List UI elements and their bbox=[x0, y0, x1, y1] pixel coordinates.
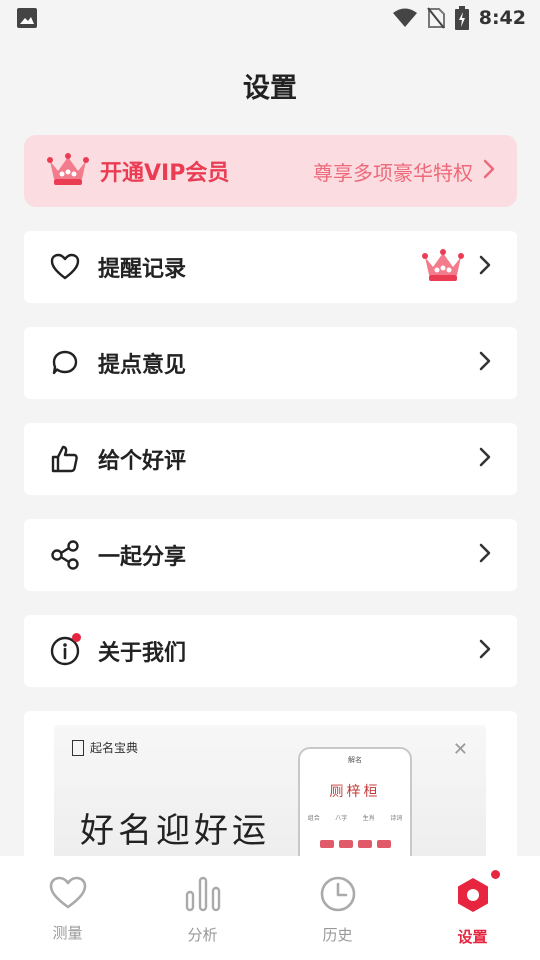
tab-history[interactable]: 历史 bbox=[270, 876, 405, 945]
chevron-right-icon bbox=[479, 447, 491, 471]
wifi-icon bbox=[392, 8, 417, 28]
phone-name: 厕梓桓 bbox=[329, 784, 381, 800]
phone-mockup: 解名 厕梓桓 组合 八字 生肖 诗词 bbox=[298, 747, 412, 871]
notification-dot bbox=[72, 633, 81, 642]
chevron-right-icon bbox=[483, 159, 495, 183]
vip-subtitle: 尊享多项豪华特权 bbox=[313, 160, 473, 185]
phone-row-item: 组合 bbox=[307, 815, 320, 822]
crown-icon bbox=[46, 151, 90, 191]
vip-banner[interactable]: 开通VIP会员 尊享多项豪华特权 bbox=[24, 135, 517, 207]
menu-item-reminder-records[interactable]: 提醒记录 bbox=[24, 231, 517, 303]
menu-item-label: 关于我们 bbox=[98, 641, 187, 666]
hexagon-settings-icon bbox=[454, 876, 492, 918]
phone-row-item: 生肖 bbox=[362, 815, 375, 822]
menu-item-label: 提点意见 bbox=[98, 353, 187, 378]
battery-charging-icon bbox=[454, 6, 469, 30]
ad-card[interactable]: 起名宝典 好名迎好运 解名 厕梓桓 组合 八字 生肖 诗词 ✕ bbox=[24, 711, 517, 871]
bar-chart-icon bbox=[184, 876, 222, 916]
brand-logo-icon bbox=[72, 739, 84, 756]
tab-measure[interactable]: 测量 bbox=[0, 876, 135, 943]
menu-item-label: 给个好评 bbox=[98, 449, 187, 474]
tab-settings[interactable]: 设置 bbox=[405, 870, 540, 947]
thumbs-up-icon bbox=[50, 444, 80, 474]
gallery-icon bbox=[16, 7, 38, 29]
chevron-right-icon bbox=[479, 639, 491, 663]
chevron-right-icon bbox=[479, 543, 491, 567]
chevron-right-icon bbox=[479, 255, 491, 279]
phone-row: 组合 八字 生肖 诗词 bbox=[300, 813, 410, 822]
vip-title: 开通VIP会员 bbox=[100, 161, 230, 186]
tab-label: 历史 bbox=[322, 926, 353, 944]
heart-icon bbox=[49, 876, 87, 914]
menu-item-about-us[interactable]: 关于我们 bbox=[24, 615, 517, 687]
tab-label: 测量 bbox=[52, 924, 83, 942]
tab-analysis[interactable]: 分析 bbox=[135, 876, 270, 945]
tab-label: 设置 bbox=[457, 928, 488, 946]
notification-dot bbox=[491, 870, 500, 879]
phone-buttons bbox=[300, 840, 410, 848]
page-title: 设置 bbox=[243, 73, 297, 104]
menu-item-feedback[interactable]: 提点意见 bbox=[24, 327, 517, 399]
ad-brand-name: 起名宝典 bbox=[90, 741, 139, 755]
phone-row-item: 八字 bbox=[335, 815, 348, 822]
clock-icon bbox=[319, 876, 357, 916]
share-icon bbox=[50, 540, 80, 570]
vip-crown-badge-icon bbox=[421, 247, 465, 287]
menu-item-share[interactable]: 一起分享 bbox=[24, 519, 517, 591]
no-sim-icon bbox=[426, 7, 445, 29]
chat-bubble-icon bbox=[50, 348, 80, 378]
ad-slogan: 好名迎好运 bbox=[80, 811, 270, 851]
ad-banner[interactable]: 起名宝典 好名迎好运 解名 厕梓桓 组合 八字 生肖 诗词 ✕ bbox=[54, 725, 486, 871]
phone-header: 解名 bbox=[348, 756, 362, 764]
menu-item-label: 提醒记录 bbox=[98, 257, 187, 282]
chevron-right-icon bbox=[479, 351, 491, 375]
info-icon bbox=[50, 633, 81, 666]
status-time: 8:42 bbox=[478, 7, 526, 29]
menu-item-label: 一起分享 bbox=[98, 545, 187, 570]
phone-row-item: 诗词 bbox=[390, 815, 403, 822]
ad-brand: 起名宝典 bbox=[72, 739, 138, 756]
heart-icon bbox=[50, 252, 80, 282]
status-bar: 8:42 bbox=[0, 0, 540, 36]
tab-label: 分析 bbox=[187, 926, 218, 944]
bottom-tab-bar: 测量 分析 历史 设置 bbox=[0, 856, 540, 960]
close-icon[interactable]: ✕ bbox=[453, 739, 468, 760]
menu-item-rate-app[interactable]: 给个好评 bbox=[24, 423, 517, 495]
